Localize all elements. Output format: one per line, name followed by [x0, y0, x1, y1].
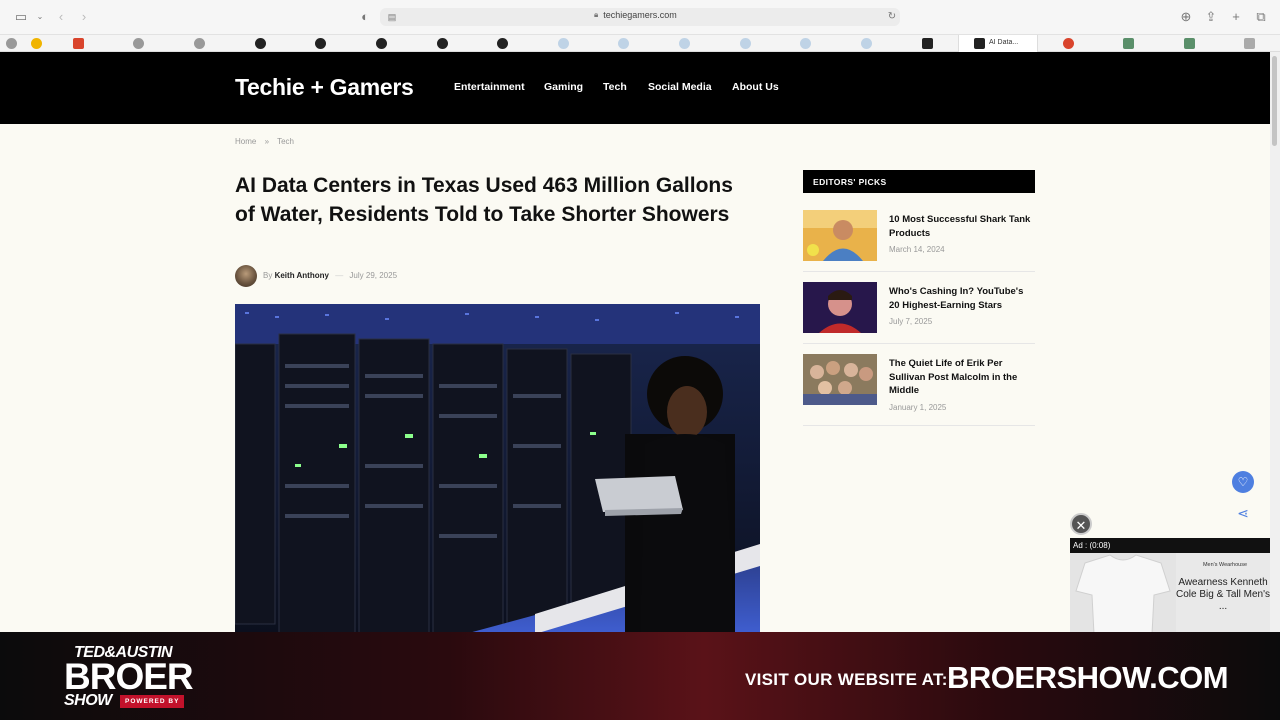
nav-tech[interactable]: Tech: [603, 81, 627, 93]
byline-dash: —: [335, 271, 344, 280]
editors-pick-item[interactable]: Who's Cashing In? YouTube's 20 Highest-E…: [803, 282, 1035, 344]
hero-image: [235, 304, 760, 634]
sidebar-toggle-icon[interactable]: ▭: [13, 9, 29, 25]
editors-pick-item[interactable]: The Quiet Life of Erik Per Sullivan Post…: [803, 354, 1035, 426]
chevron-down-icon[interactable]: ⌄: [32, 9, 48, 25]
download-icon[interactable]: ⊕: [1178, 9, 1194, 25]
article-title: AI Data Centers in Texas Used 463 Millio…: [235, 174, 733, 226]
tab-favicon[interactable]: [315, 38, 326, 49]
editors-pick-thumbnail[interactable]: [803, 282, 877, 333]
editors-pick-date: January 1, 2025: [889, 403, 947, 412]
nav-about-us[interactable]: About Us: [732, 81, 779, 93]
author-name[interactable]: Keith Anthony: [275, 271, 329, 280]
share-icon[interactable]: ⋖: [1234, 504, 1252, 522]
scrollbar-thumb[interactable]: [1272, 56, 1277, 146]
reload-icon[interactable]: ↻: [884, 9, 900, 25]
editors-pick-thumbnail[interactable]: [803, 354, 877, 405]
ad-text[interactable]: Awearness Kenneth Cole Big & Tall Men's …: [1176, 577, 1270, 613]
video-ad[interactable]: Ad : (0:08) Men's Wearhouse Awearness Ke…: [1070, 538, 1270, 634]
site-favicon-icon: [974, 38, 985, 49]
forward-icon[interactable]: ›: [76, 9, 92, 25]
tab-favicon[interactable]: [800, 38, 811, 49]
close-icon[interactable]: ✕: [1070, 513, 1092, 535]
tab-favicon[interactable]: [558, 38, 569, 49]
editors-pick-title[interactable]: The Quiet Life of Erik Per Sullivan Post…: [889, 357, 1035, 398]
banner-show: SHOW: [64, 692, 112, 709]
ad-timer: Ad : (0:08): [1073, 541, 1111, 550]
tab-favicon[interactable]: [1063, 38, 1074, 49]
nav-entertainment[interactable]: Entertainment: [454, 81, 525, 93]
tabs-icon[interactable]: ⧉: [1253, 9, 1269, 25]
tab-favicon[interactable]: [437, 38, 448, 49]
breadcrumb-tech[interactable]: Tech: [277, 137, 294, 146]
site-logo[interactable]: Techie + Gamers: [235, 74, 414, 101]
editors-picks-heading: EDITORS' PICKS: [803, 170, 1035, 193]
editors-pick-item[interactable]: 10 Most Successful Shark Tank Products M…: [803, 210, 1035, 272]
author-avatar[interactable]: [235, 265, 257, 287]
browser-toolbar: ▭ ⌄ ‹ › ◐ ▤ 🔒︎ techiegamers.com ↻ ⊕ ⇪ + …: [0, 0, 1280, 35]
tab-favicon[interactable]: [194, 38, 205, 49]
address-bar[interactable]: ▤ 🔒︎ techiegamers.com ↻: [380, 8, 900, 26]
editors-pick-thumbnail[interactable]: [803, 210, 877, 261]
breadcrumb-separator: »: [264, 137, 270, 146]
tab-favicon[interactable]: [6, 38, 17, 49]
banner-powered-by: POWERED BY: [120, 695, 185, 708]
banner-website: BROERSHOW.COM: [947, 660, 1229, 695]
breadcrumb: Home » Tech: [235, 137, 300, 146]
article-date: July 29, 2025: [349, 271, 398, 280]
tab-favicon[interactable]: [1244, 38, 1255, 49]
tab-favicon[interactable]: [376, 38, 387, 49]
nav-social-media[interactable]: Social Media: [648, 81, 712, 93]
tab-favicon[interactable]: [133, 38, 144, 49]
ad-header-bar: Ad : (0:08): [1070, 538, 1270, 553]
back-icon[interactable]: ‹: [53, 9, 69, 25]
tab-favicon[interactable]: [861, 38, 872, 49]
byline-by: By: [263, 271, 273, 280]
nav-gaming[interactable]: Gaming: [544, 81, 583, 93]
tab-favicon[interactable]: [31, 38, 42, 49]
page-scrollbar[interactable]: [1270, 52, 1280, 632]
tab-favicon[interactable]: [1184, 38, 1195, 49]
tab-bar: AI Data...: [0, 35, 1280, 52]
site-header: Techie + Gamers Entertainment Gaming Tec…: [0, 52, 1270, 124]
ad-brand: Men's Wearhouse: [1202, 562, 1248, 568]
tab-favicon[interactable]: [618, 38, 629, 49]
tab-favicon[interactable]: [73, 38, 84, 49]
byline: By Keith Anthony — July 29, 2025: [263, 271, 397, 280]
tab-title: AI Data...: [989, 39, 1019, 46]
tab-favicon[interactable]: [740, 38, 751, 49]
ad-shirt-image: [1070, 553, 1176, 634]
breadcrumb-home[interactable]: Home: [235, 137, 256, 146]
heart-icon[interactable]: ♡: [1232, 471, 1254, 493]
broer-show-banner: TED&AUSTIN BROER SHOW POWERED BY VISIT O…: [0, 632, 1280, 720]
new-tab-icon[interactable]: +: [1228, 9, 1244, 25]
editors-pick-date: July 7, 2025: [889, 317, 933, 326]
tab-favicon[interactable]: [255, 38, 266, 49]
shield-icon[interactable]: ◐: [357, 9, 373, 25]
tab-favicon[interactable]: [1123, 38, 1134, 49]
tab-active[interactable]: AI Data...: [958, 35, 1038, 52]
editors-pick-date: March 14, 2024: [889, 245, 945, 254]
tab-favicon[interactable]: [679, 38, 690, 49]
tab-favicon[interactable]: [922, 38, 933, 49]
banner-visit-text: VISIT OUR WEBSITE AT:: [745, 670, 948, 689]
share-icon[interactable]: ⇪: [1203, 9, 1219, 25]
tab-favicon[interactable]: [497, 38, 508, 49]
url-text: techiegamers.com: [603, 10, 677, 20]
editors-pick-title[interactable]: 10 Most Successful Shark Tank Products: [889, 213, 1035, 240]
editors-pick-title[interactable]: Who's Cashing In? YouTube's 20 Highest-E…: [889, 285, 1035, 312]
